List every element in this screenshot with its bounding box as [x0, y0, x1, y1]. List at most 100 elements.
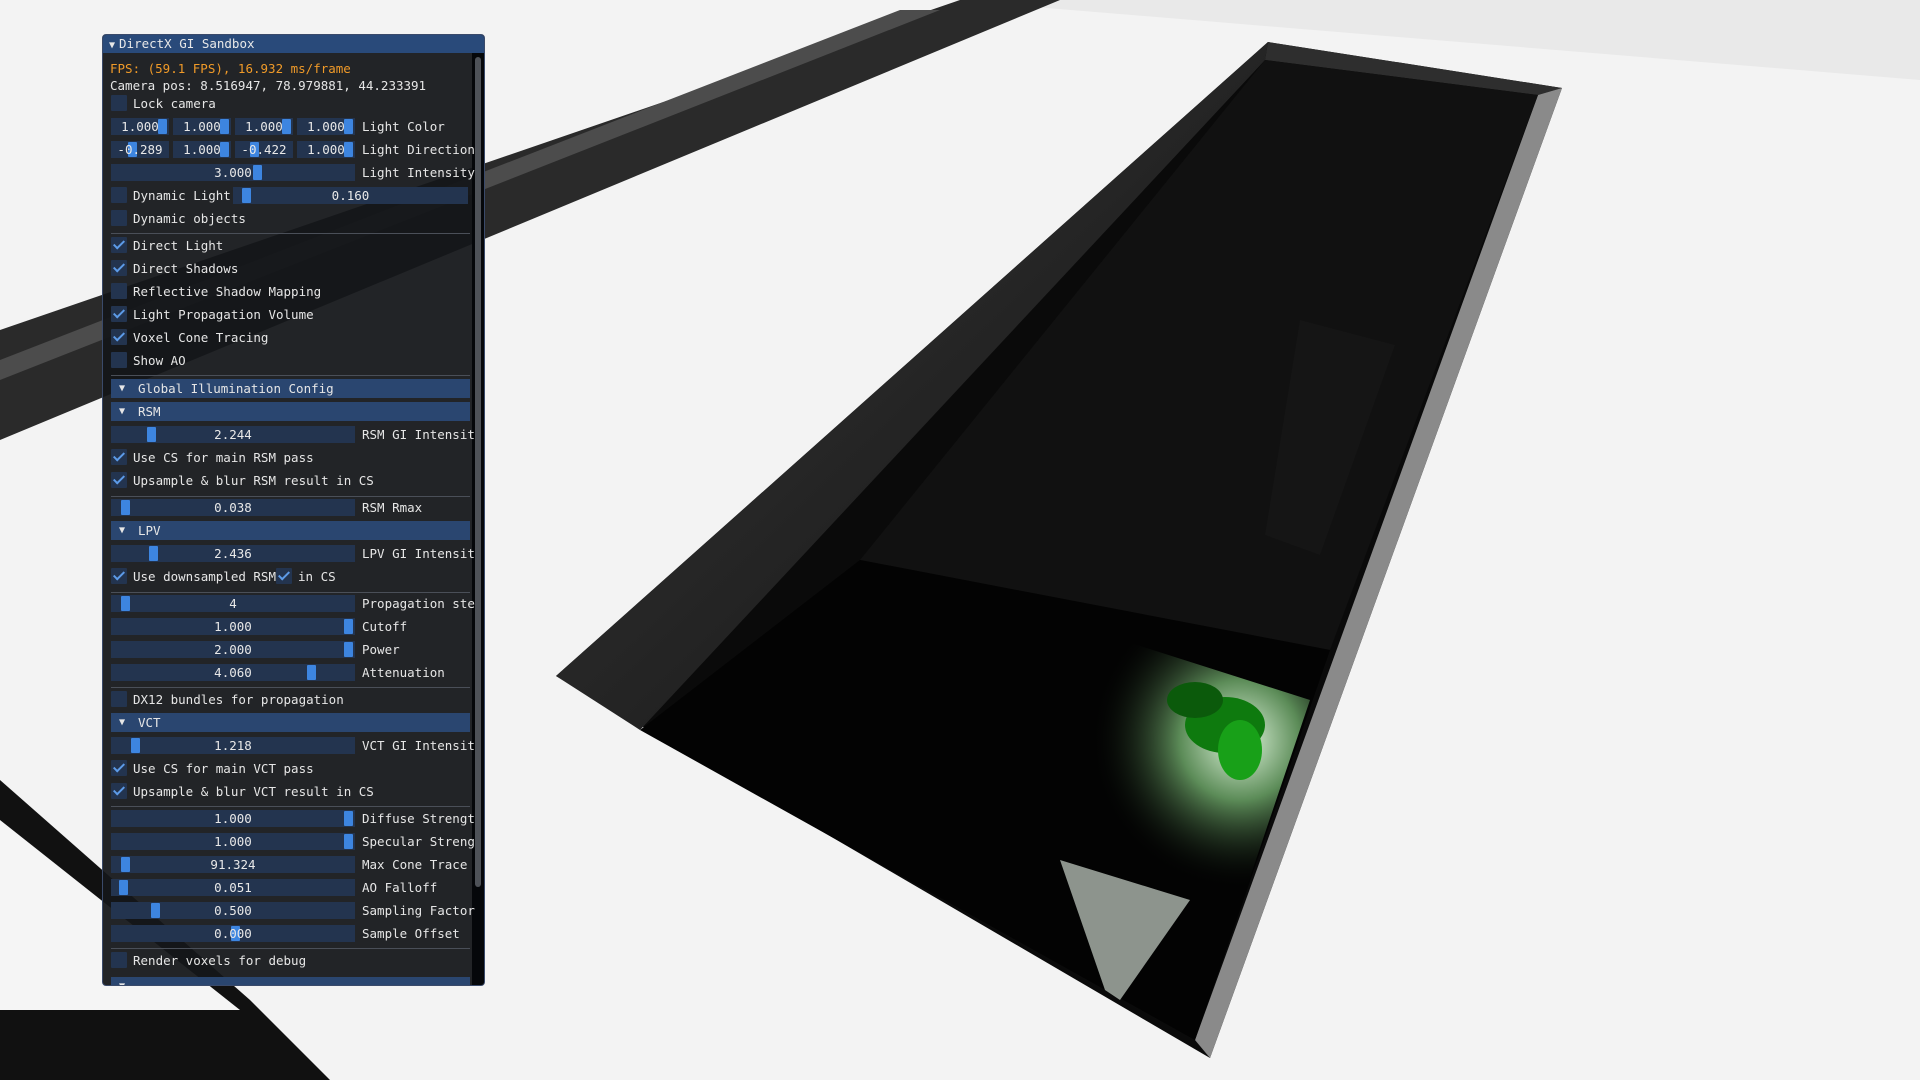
light-direction-y-slider[interactable]: 1.000	[173, 141, 231, 158]
lpv-checkbox[interactable]	[111, 306, 127, 322]
light-color-r-slider[interactable]: 1.000	[111, 118, 169, 135]
rsm-intensity-label: RSM GI Intensit	[362, 427, 475, 442]
light-intensity-label: Light Intensity	[362, 165, 475, 180]
vct-intensity-label: VCT GI Intensit	[362, 738, 475, 753]
vct-header[interactable]: ▼ VCT	[111, 713, 470, 732]
vct-upsample-checkbox[interactable]	[111, 783, 127, 799]
rsm-toggle-label: Reflective Shadow Mapping	[133, 284, 322, 299]
separator	[111, 948, 470, 949]
light-color-label: Light Color	[362, 119, 445, 134]
rsm-intensity-slider[interactable]: 2.244	[111, 426, 355, 443]
dynamic-light-checkbox[interactable]	[111, 187, 127, 203]
vct-use-cs-label: Use CS for main VCT pass	[133, 761, 314, 776]
light-color-a-slider[interactable]: 1.000	[297, 118, 355, 135]
rsm-upsample-label: Upsample & blur RSM result in CS	[133, 473, 374, 488]
ao-falloff-slider[interactable]: 0.051	[111, 879, 355, 896]
camera-pos-text: Camera pos: 8.516947, 78.979881, 44.2333…	[110, 78, 427, 93]
rsm-use-cs-checkbox[interactable]	[111, 449, 127, 465]
collapse-triangle-icon: ▼	[119, 525, 126, 536]
rsm-rmax-slider[interactable]: 0.038	[111, 499, 355, 516]
cutoff-slider[interactable]: 1.000	[111, 618, 355, 635]
lpv-downsampled-checkbox[interactable]	[111, 568, 127, 584]
collapse-triangle-icon[interactable]: ▼	[109, 40, 115, 51]
panel-titlebar[interactable]: ▼ DirectX GI Sandbox	[103, 35, 484, 53]
collapse-triangle-icon: ▼	[119, 383, 126, 394]
propagation-steps-label: Propagation ste	[362, 596, 475, 611]
max-cone-trace-slider[interactable]: 91.324	[111, 856, 355, 873]
collapse-triangle-icon: ▼	[119, 977, 125, 985]
rsm-rmax-label: RSM Rmax	[362, 500, 423, 515]
lock-camera-row[interactable]: Lock camera	[103, 94, 472, 113]
rsm-checkbox[interactable]	[111, 283, 127, 299]
lpv-in-cs-checkbox[interactable]	[276, 568, 292, 584]
light-intensity-slider[interactable]: 3.000	[111, 164, 355, 181]
lpv-toggle-label: Light Propagation Volume	[133, 307, 314, 322]
rsm-header[interactable]: ▼ RSM	[111, 402, 470, 421]
separator	[111, 592, 470, 593]
dynamic-light-slider[interactable]: 0.160	[233, 187, 468, 204]
specular-strength-label: Specular Streng	[362, 834, 475, 849]
dx12-bundles-checkbox[interactable]	[111, 691, 127, 707]
cutoff-label: Cutoff	[362, 619, 408, 634]
rsm-upsample-checkbox[interactable]	[111, 472, 127, 488]
show-ao-label: Show AO	[133, 353, 186, 368]
specular-strength-slider[interactable]: 1.000	[111, 833, 355, 850]
sampling-factor-slider[interactable]: 0.500	[111, 902, 355, 919]
light-direction-x-slider[interactable]: -0.289	[111, 141, 169, 158]
separator	[111, 233, 470, 234]
dynamic-light-label: Dynamic Light	[133, 188, 231, 203]
light-color-g-slider[interactable]: 1.000	[173, 118, 231, 135]
vct-upsample-label: Upsample & blur VCT result in CS	[133, 784, 374, 799]
settings-panel[interactable]: ▼ DirectX GI Sandbox FPS: (59.1 FPS), 16.…	[102, 34, 485, 986]
light-direction-w-slider[interactable]: 1.000	[297, 141, 355, 158]
separator	[111, 496, 470, 497]
dynamic-objects-checkbox[interactable]	[111, 210, 127, 226]
collapse-triangle-icon: ▼	[119, 717, 126, 728]
sample-offset-slider[interactable]: 0.000	[111, 925, 355, 942]
gi-config-header[interactable]: ▼ Global Illumination Config	[111, 379, 470, 398]
light-color-b-slider[interactable]: 1.000	[235, 118, 293, 135]
light-direction-label: Light Direction	[362, 142, 475, 157]
direct-light-label: Direct Light	[133, 238, 224, 253]
diffuse-strength-label: Diffuse Strengt	[362, 811, 475, 826]
lpv-downsampled-label: Use downsampled RSM	[133, 569, 276, 584]
power-label: Power	[362, 642, 400, 657]
lock-camera-label: Lock camera	[133, 96, 216, 111]
attenuation-label: Attenuation	[362, 665, 445, 680]
lpv-intensity-label: LPV GI Intensit	[362, 546, 475, 561]
direct-shadows-label: Direct Shadows	[133, 261, 239, 276]
diffuse-strength-slider[interactable]: 1.000	[111, 810, 355, 827]
vct-checkbox[interactable]	[111, 329, 127, 345]
direct-light-checkbox[interactable]	[111, 237, 127, 253]
separator	[111, 375, 470, 376]
rsm-header-label: RSM	[138, 404, 161, 419]
vct-toggle-label: Voxel Cone Tracing	[133, 330, 269, 345]
render-voxels-label: Render voxels for debug	[133, 953, 307, 968]
separator	[111, 687, 470, 688]
vct-intensity-slider[interactable]: 1.218	[111, 737, 355, 754]
attenuation-slider[interactable]: 4.060	[111, 664, 355, 681]
dynamic-objects-label: Dynamic objects	[133, 211, 246, 226]
lpv-intensity-slider[interactable]: 2.436	[111, 545, 355, 562]
lock-camera-checkbox[interactable]	[111, 95, 127, 111]
sample-offset-label: Sample Offset	[362, 926, 460, 941]
dx12-bundles-label: DX12 bundles for propagation	[133, 692, 344, 707]
max-cone-trace-label: Max Cone Trace	[362, 857, 468, 872]
power-slider[interactable]: 2.000	[111, 641, 355, 658]
vct-use-cs-checkbox[interactable]	[111, 760, 127, 776]
vct-header-label: VCT	[138, 715, 161, 730]
ao-falloff-label: AO Falloff	[362, 880, 438, 895]
collapse-triangle-icon: ▼	[119, 406, 126, 417]
scrollbar-thumb[interactable]	[475, 57, 481, 887]
lpv-in-cs-label: in CS	[298, 569, 336, 584]
light-direction-z-slider[interactable]: -0.422	[235, 141, 293, 158]
lpv-header-label: LPV	[138, 523, 161, 538]
direct-shadows-checkbox[interactable]	[111, 260, 127, 276]
sampling-factor-label: Sampling Factor	[362, 903, 475, 918]
lpv-header[interactable]: ▼ LPV	[111, 521, 470, 540]
rsm-use-cs-label: Use CS for main RSM pass	[133, 450, 314, 465]
propagation-steps-slider[interactable]: 4	[111, 595, 355, 612]
render-voxels-checkbox[interactable]	[111, 952, 127, 968]
collapsed-section-header[interactable]: ▼	[111, 977, 470, 985]
show-ao-checkbox[interactable]	[111, 352, 127, 368]
